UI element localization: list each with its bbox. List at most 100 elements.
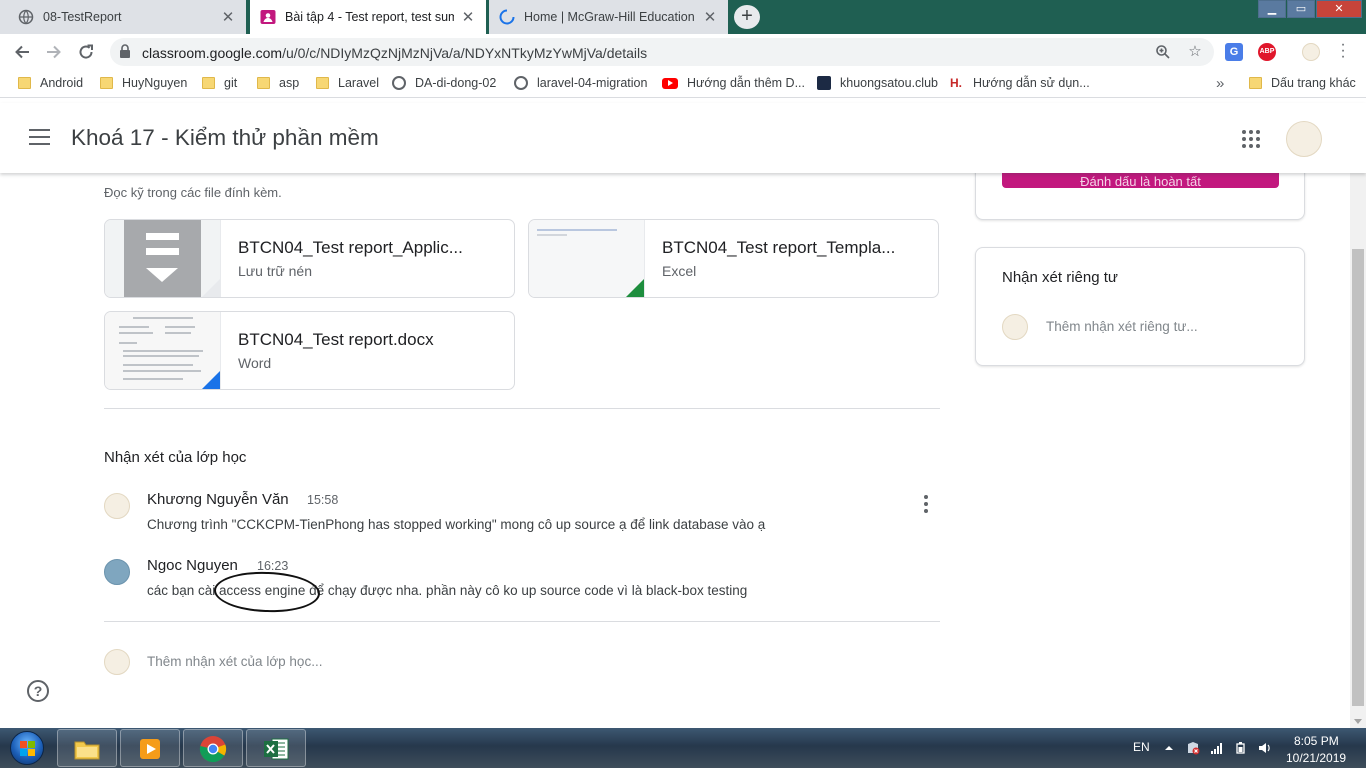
power-icon[interactable] [1234,741,1248,755]
tab-testreport[interactable]: 08-TestReport ✕ [0,0,246,34]
minimize-button[interactable]: ▁ [1258,0,1286,18]
private-comments-card: Nhận xét riêng tư Thêm nhận xét riêng tư… [975,247,1305,366]
bookmark-item[interactable]: Laravel [316,76,379,90]
browser-menu-icon[interactable]: · · · [1338,37,1348,65]
attachment-name: BTCN04_Test report_Templa... [662,238,896,257]
close-tab-icon[interactable]: ✕ [702,8,718,26]
excel-icon [264,738,289,760]
back-button[interactable] [10,40,34,64]
browser-toolbar: classroom.google.com/u/0/c/NDIyMzQzNjMzN… [0,34,1366,70]
attachment-name: BTCN04_Test report.docx [238,330,434,349]
globe-icon [18,9,34,25]
main-menu-icon[interactable] [29,129,50,145]
comment-text: Chương trình "CCKCPM-TienPhong has stopp… [147,517,766,532]
tab-classroom-assignment[interactable]: Bài tập 4 - Test report, test summ ✕ [250,0,486,34]
comment-time: 16:23 [257,559,289,573]
bookmark-item[interactable]: git [202,76,237,90]
forward-button[interactable] [42,40,66,64]
language-indicator[interactable]: EN [1133,740,1150,754]
class-comment-placeholder: Thêm nhận xét của lớp học... [147,654,323,669]
tab-title: Home | McGraw-Hill Education - [524,10,696,24]
globe-icon [392,76,406,90]
show-hidden-icons-icon[interactable] [1162,741,1176,755]
avatar [104,649,130,675]
add-class-comment-field[interactable]: Thêm nhận xét của lớp học... [104,648,704,678]
action-center-icon[interactable] [1186,741,1200,755]
volume-icon[interactable] [1258,741,1272,755]
folder-icon [100,77,113,89]
reload-button[interactable] [74,40,98,64]
tab-mcgraw-hill[interactable]: Home | McGraw-Hill Education - ✕ [489,0,728,34]
other-bookmarks-folder[interactable]: Dấu trang khác [1249,76,1356,90]
translate-extension-icon[interactable]: G [1225,43,1243,61]
folder-icon [18,77,31,89]
clock-date[interactable]: 10/21/2019 [1286,751,1346,765]
bookmark-item[interactable]: H. Hướng dẫn sử dụn... [950,76,1090,90]
site-icon [817,76,831,90]
bookmarks-bar: Android HuyNguyen git asp Laravel DA-di-… [0,70,1366,98]
attachment-card[interactable]: BTCN04_Test report_Applic... Lưu trữ nén [104,219,515,298]
hvn-icon: H. [950,76,962,90]
bookmark-star-icon[interactable]: ☆ [1185,42,1205,62]
private-comment-input[interactable]: Thêm nhận xét riêng tư... [1046,319,1198,334]
network-signal-icon[interactable] [1210,741,1224,755]
taskbar-media-player[interactable] [120,729,180,767]
attachment-card[interactable]: BTCN04_Test report_Templa... Excel [528,219,939,298]
google-apps-icon[interactable] [1242,130,1260,148]
address-bar[interactable]: classroom.google.com/u/0/c/NDIyMzQzNjMzN… [110,38,1214,66]
new-tab-button[interactable]: + [734,5,760,29]
folder-icon [257,77,270,89]
windows-logo-icon [10,731,44,765]
more-bookmarks-button[interactable]: » [1216,75,1224,92]
bookmark-item[interactable]: khuongsatou.club [817,76,938,90]
assignment-details: Đọc kỹ trong các file đính kèm. BTCN04_T… [0,153,1350,728]
attachment-type: Lưu trữ nén [238,263,313,279]
comment-time: 15:58 [307,493,339,507]
avatar [104,559,130,585]
zoom-icon[interactable] [1153,42,1173,62]
close-tab-icon[interactable]: ✕ [220,8,236,26]
scroll-down-arrow-icon[interactable] [1354,719,1362,724]
bookmark-item[interactable]: laravel-04-migration [514,76,647,90]
url-text: classroom.google.com/u/0/c/NDIyMzQzNjMzN… [142,45,647,61]
maximize-button[interactable]: ▭ [1287,0,1315,18]
lock-icon [120,44,130,58]
class-comment: Ngoc Nguyen 16:23 các bạn cài access eng… [104,557,940,607]
class-comments-title: Nhận xét của lớp học [104,449,247,466]
scrollbar-thumb[interactable] [1352,249,1364,706]
attachment-type: Word [238,355,272,371]
avatar [104,493,130,519]
window-controls: ▁ ▭ ✕ [1257,0,1362,18]
document-thumbnail [105,312,221,389]
close-tab-icon[interactable]: ✕ [460,8,476,26]
bookmark-item[interactable]: asp [257,76,299,90]
window-close-button[interactable]: ✕ [1316,0,1362,18]
globe-icon [514,76,528,90]
start-button[interactable] [2,728,52,768]
avatar [1002,314,1028,340]
taskbar-excel[interactable] [246,729,306,767]
private-comments-title: Nhận xét riêng tư [1002,269,1118,286]
attachment-name: BTCN04_Test report_Applic... [238,238,463,257]
help-icon[interactable]: ? [27,680,49,702]
bookmark-item[interactable]: Android [18,76,83,90]
page-scrollbar[interactable] [1350,103,1366,728]
attachment-card[interactable]: BTCN04_Test report.docx Word [104,311,515,390]
archive-icon [124,220,201,297]
taskbar-chrome[interactable] [183,729,243,767]
adblock-extension-icon[interactable]: ABP [1258,43,1276,61]
profile-avatar[interactable] [1302,43,1320,61]
classroom-icon [260,10,276,24]
clock-time[interactable]: 8:05 PM [1294,734,1339,748]
page-title[interactable]: Khoá 17 - Kiểm thử phần mềm [71,125,379,151]
comment-author: Ngoc Nguyen [147,557,238,574]
comment-more-icon[interactable] [924,495,928,516]
bookmark-item[interactable]: DA-di-dong-02 [392,76,496,90]
account-avatar[interactable] [1286,121,1322,157]
class-comment: Khương Nguyễn Văn 15:58 Chương trình "CC… [104,491,940,541]
bookmark-item[interactable]: HuyNguyen [100,76,187,90]
bookmark-item[interactable]: Hướng dẫn thêm D... [662,76,805,90]
word-icon [202,371,220,389]
attachment-thumbnail [105,220,221,297]
taskbar-explorer[interactable] [57,729,117,767]
